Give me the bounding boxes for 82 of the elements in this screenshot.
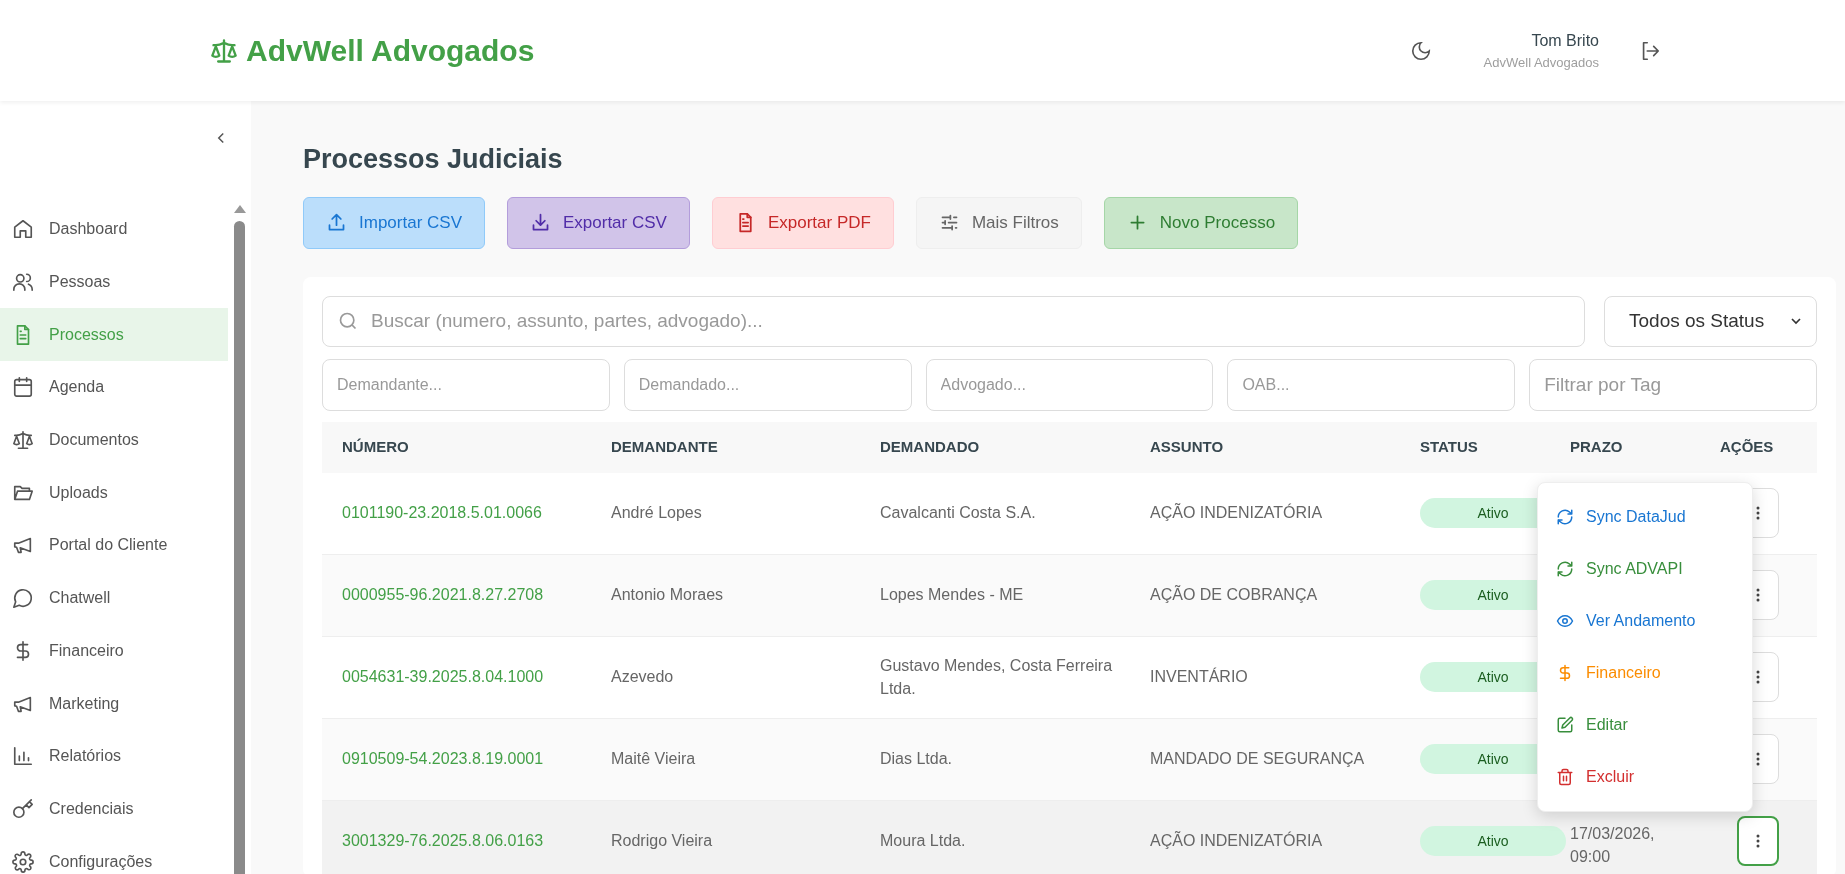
- table-cell-text: Gustavo Mendes, Costa Ferreira Ltda.: [880, 655, 1114, 699]
- sidebar-item[interactable]: Credenciais: [0, 782, 228, 836]
- table-cell-text: Cavalcanti Costa S.A.: [880, 503, 1037, 524]
- user-organization: AdvWell Advogados: [1483, 53, 1599, 72]
- new-process-button[interactable]: Novo Processo: [1103, 196, 1299, 249]
- status-select[interactable]: Todos os Status: [1604, 295, 1817, 347]
- column-header: ASSUNTO: [1150, 436, 1225, 457]
- download-icon: [530, 212, 551, 233]
- trash-icon: [1556, 767, 1574, 786]
- search-icon: [338, 310, 358, 331]
- table-cell-text: INVENTÁRIO: [1150, 666, 1249, 688]
- sidebar-item[interactable]: Documentos: [0, 413, 228, 467]
- process-number-link[interactable]: 0054631-39.2025.8.04.1000: [342, 665, 611, 689]
- table-cell-text: AÇÃO INDENIZATÓRIA: [1150, 502, 1324, 524]
- sidebar-item[interactable]: Pessoas: [0, 255, 228, 309]
- column-header: PRAZO: [1570, 436, 1624, 457]
- scale-icon: [210, 36, 238, 65]
- process-number-link[interactable]: 0910509-54.2023.8.19.0001: [342, 747, 611, 771]
- more-actions-button[interactable]: [1737, 816, 1779, 866]
- process-number-link[interactable]: 3001329-76.2025.8.06.0163: [342, 829, 611, 853]
- sidebar-item[interactable]: Dashboard: [0, 203, 228, 256]
- filter-field[interactable]: OAB...: [1227, 358, 1516, 411]
- table-cell-text: AÇÃO INDENIZATÓRIA: [1150, 830, 1324, 852]
- table-cell-text: Azevedo: [611, 667, 675, 688]
- vertical-dots-icon: [1756, 752, 1760, 766]
- filter-field[interactable]: Demandante...: [322, 358, 610, 411]
- column-header: AÇÕES: [1720, 436, 1775, 457]
- vertical-dots-icon: [1756, 588, 1760, 602]
- status-badge: Ativo: [1420, 826, 1566, 856]
- export-pdf-button[interactable]: Exportar PDF: [711, 196, 894, 249]
- table-cell-text: Lopes Mendes - ME: [880, 585, 1025, 606]
- table-cell-text: Dias Ltda.: [880, 749, 954, 770]
- export-csv-button[interactable]: Exportar CSV: [507, 196, 690, 249]
- sidebar-item[interactable]: Configurações: [0, 835, 228, 874]
- sidebar-item[interactable]: Agenda: [0, 361, 228, 414]
- sidebar-scrollbar[interactable]: [232, 205, 247, 874]
- column-header: STATUS: [1420, 436, 1479, 457]
- vertical-dots-icon: [1756, 506, 1760, 520]
- column-header: DEMANDANTE: [611, 436, 719, 457]
- moon-icon: [1409, 39, 1432, 62]
- filter-field[interactable]: Advogado...: [925, 358, 1214, 411]
- table-cell-text: 17/03/2026, 09:00: [1570, 823, 1656, 867]
- upload-icon: [326, 212, 347, 233]
- settings-icon: [12, 850, 34, 873]
- sidebar-item[interactable]: Relatórios: [0, 729, 228, 783]
- sidebar-item[interactable]: Portal do Cliente: [0, 519, 228, 572]
- sidebar-item[interactable]: Uploads: [0, 466, 228, 520]
- sidebar-item[interactable]: Marketing: [0, 677, 228, 730]
- sidebar-item[interactable]: Chatwell: [0, 571, 228, 625]
- brand-name: AdvWell Advogados: [246, 33, 535, 69]
- refresh-icon: [1556, 507, 1574, 526]
- people-icon: [12, 271, 34, 294]
- user-name: Tom Brito: [1531, 30, 1599, 51]
- table-cell-text: AÇÃO DE COBRANÇA: [1150, 584, 1319, 606]
- table-cell-text: André Lopes: [611, 503, 703, 524]
- scale-icon: [12, 429, 34, 452]
- table-cell-text: Antonio Moraes: [611, 585, 725, 606]
- process-number-link[interactable]: 0101190-23.2018.5.01.0066: [342, 501, 611, 525]
- vertical-dots-icon: [1756, 670, 1760, 684]
- table-cell-text: MANDADO DE SEGURANÇA: [1150, 749, 1366, 770]
- sidebar-item[interactable]: Financeiro: [0, 624, 228, 678]
- column-header: NÚMERO: [342, 436, 410, 457]
- filter-field[interactable]: Filtrar por Tag: [1529, 358, 1817, 411]
- import-csv-button[interactable]: Importar CSV: [303, 196, 485, 249]
- process-number-link[interactable]: 0000955-96.2021.8.27.2708: [342, 583, 611, 607]
- table-cell-text: Moura Ltda.: [880, 831, 967, 852]
- column-header: DEMANDADO: [880, 436, 981, 457]
- filter-field[interactable]: Demandado...: [623, 358, 912, 411]
- table-cell-text: Rodrigo Vieira: [611, 831, 714, 852]
- calendar-icon: [12, 376, 34, 399]
- more-filters-button[interactable]: Mais Filtros: [915, 196, 1082, 249]
- table-cell-text: Maitê Vieira: [611, 749, 697, 770]
- sidebar-item[interactable]: Processos: [0, 308, 228, 362]
- search-field[interactable]: Buscar (numero, assunto, partes, advogado)...: [322, 295, 1585, 347]
- refresh-icon: [1556, 559, 1574, 578]
- bar-chart-icon: [12, 745, 34, 768]
- page-title: Processos Judiciais: [303, 143, 564, 176]
- edit-icon: [1556, 715, 1574, 734]
- key-icon: [12, 797, 34, 820]
- chat-bubble-icon: [12, 587, 34, 610]
- vertical-dots-icon: [1756, 834, 1760, 848]
- home-icon: [12, 218, 34, 241]
